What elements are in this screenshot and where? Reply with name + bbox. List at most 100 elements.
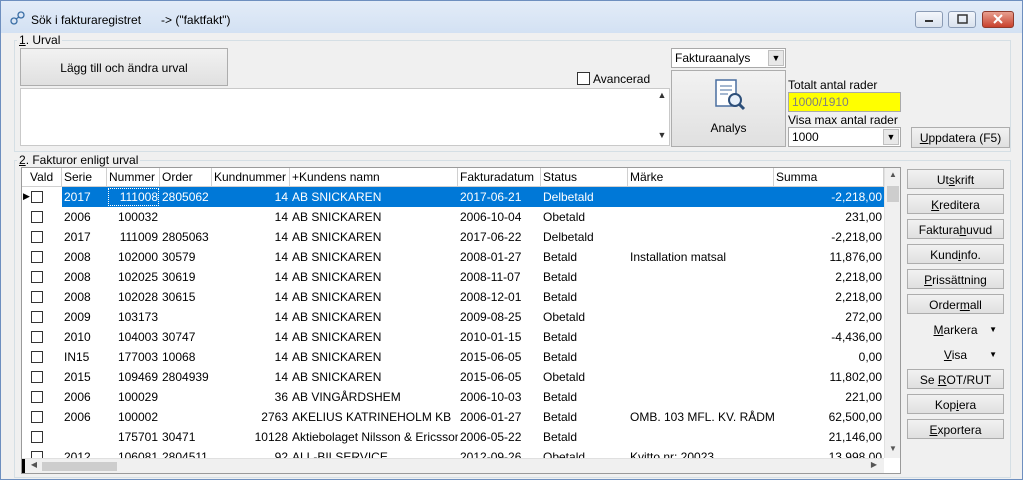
cell-marke[interactable] xyxy=(628,427,774,447)
cell-summa[interactable]: 272,00 xyxy=(774,307,884,327)
cell-kundnummer[interactable]: 14 xyxy=(212,267,290,287)
cell-summa[interactable]: 0,00 xyxy=(774,347,884,367)
row-checkbox[interactable] xyxy=(31,191,43,203)
cell-namn[interactable]: AB SNICKAREN xyxy=(290,307,458,327)
cell-summa[interactable]: 231,00 xyxy=(774,207,884,227)
cell-datum[interactable]: 2006-01-27 xyxy=(458,407,541,427)
cell-nummer[interactable]: 100002 xyxy=(107,407,160,427)
cell-status[interactable]: Delbetald xyxy=(541,187,628,207)
cell-order[interactable]: 2805063 xyxy=(160,227,212,247)
cell-summa[interactable]: -4,436,00 xyxy=(774,327,884,347)
cell-nummer[interactable]: 111009 xyxy=(107,227,160,247)
table-row[interactable]: 2006 100029 36 AB VINGÅRDSHEM 2006-10-03 Beta… xyxy=(22,387,884,407)
row-select-cell[interactable] xyxy=(22,267,62,287)
column-header-marke[interactable]: Märke xyxy=(628,168,774,187)
cell-nummer[interactable]: 175701 xyxy=(107,427,160,447)
cell-order[interactable]: 30579 xyxy=(160,247,212,267)
cell-order[interactable] xyxy=(160,387,212,407)
cell-namn[interactable]: AKELIUS KATRINEHOLM KB xyxy=(290,407,458,427)
cell-marke[interactable] xyxy=(628,187,774,207)
max-rows-select[interactable]: 1000 ▼ xyxy=(788,127,901,147)
scroll-up-icon[interactable]: ▲ xyxy=(655,90,669,104)
cell-kundnummer[interactable]: 14 xyxy=(212,367,290,387)
cell-datum[interactable]: 2006-10-04 xyxy=(458,207,541,227)
cell-nummer[interactable]: 103173 xyxy=(107,307,160,327)
cell-marke[interactable] xyxy=(628,287,774,307)
row-select-cell[interactable] xyxy=(22,347,62,367)
cell-datum[interactable]: 2017-06-21 xyxy=(458,187,541,207)
analysis-select[interactable]: Fakturaanalys ▼ xyxy=(671,48,786,68)
cell-kundnummer[interactable]: 14 xyxy=(212,287,290,307)
cell-datum[interactable]: 2015-06-05 xyxy=(458,367,541,387)
cell-datum[interactable]: 2010-01-15 xyxy=(458,327,541,347)
selection-text-area[interactable] xyxy=(20,88,670,146)
row-select-cell[interactable] xyxy=(22,407,62,427)
cell-status[interactable]: Betald xyxy=(541,407,628,427)
cell-status[interactable]: Betald xyxy=(541,327,628,347)
table-row[interactable]: 2010 104003 30747 14 AB SNICKAREN 2010-01-15 B… xyxy=(22,327,884,347)
vertical-scroll-thumb[interactable] xyxy=(887,186,899,202)
column-header-kundnummer[interactable]: Kundnummer xyxy=(212,168,290,187)
cell-marke[interactable] xyxy=(628,267,774,287)
cell-nummer[interactable]: 104003 xyxy=(107,327,160,347)
row-checkbox[interactable] xyxy=(31,431,43,443)
cell-kundnummer[interactable]: 14 xyxy=(212,207,290,227)
cell-marke[interactable] xyxy=(628,207,774,227)
table-row[interactable]: 2006 100032 14 AB SNICKAREN 2006-10-04 Obetal… xyxy=(22,207,884,227)
column-header-vald[interactable]: Vald xyxy=(22,168,62,187)
scroll-right-icon[interactable]: ▶ xyxy=(868,460,880,472)
row-checkbox[interactable] xyxy=(31,231,43,243)
advanced-checkbox[interactable] xyxy=(577,72,590,85)
cell-status[interactable]: Delbetald xyxy=(541,227,628,247)
cell-namn[interactable]: AB SNICKAREN xyxy=(290,227,458,247)
column-header-nummer[interactable]: Nummer xyxy=(107,168,160,187)
cell-namn[interactable]: AB SNICKAREN xyxy=(290,287,458,307)
row-select-cell[interactable] xyxy=(22,287,62,307)
row-checkbox[interactable] xyxy=(31,311,43,323)
cell-order[interactable] xyxy=(160,407,212,427)
cell-kundnummer[interactable]: 36 xyxy=(212,387,290,407)
cell-datum[interactable]: 2008-12-01 xyxy=(458,287,541,307)
horizontal-scrollbar[interactable]: ◀ ▶ xyxy=(22,458,884,473)
order-template-button[interactable]: Ordermall xyxy=(907,294,1004,314)
cell-order[interactable]: 2804939 xyxy=(160,367,212,387)
column-header-datum[interactable]: Fakturadatum xyxy=(458,168,541,187)
cell-marke[interactable]: OMB. 103 MFL. KV. RÅDMA xyxy=(628,407,774,427)
column-header-serie[interactable]: Serie xyxy=(62,168,107,187)
scroll-down-icon[interactable]: ▼ xyxy=(655,130,669,144)
row-checkbox[interactable] xyxy=(31,251,43,263)
cell-marke[interactable] xyxy=(628,307,774,327)
row-select-cell[interactable] xyxy=(22,227,62,247)
cell-marke[interactable]: Installation matsal xyxy=(628,247,774,267)
analysis-button[interactable]: Analys xyxy=(671,70,786,147)
cell-serie[interactable]: 2017 xyxy=(62,227,107,247)
cell-serie[interactable]: 2009 xyxy=(62,307,107,327)
cell-order[interactable]: 30615 xyxy=(160,287,212,307)
minimize-button[interactable] xyxy=(915,11,943,28)
cell-kundnummer[interactable]: 14 xyxy=(212,187,290,207)
cell-kundnummer[interactable]: 14 xyxy=(212,307,290,327)
mark-button[interactable]: Markera ▼ xyxy=(907,319,1004,339)
row-select-cell[interactable] xyxy=(22,427,62,447)
cell-serie[interactable]: 2006 xyxy=(62,407,107,427)
cell-status[interactable]: Betald xyxy=(541,287,628,307)
add-edit-selection-button[interactable]: Lägg till och ändra urval xyxy=(20,48,228,86)
cell-kundnummer[interactable]: 14 xyxy=(212,247,290,267)
cell-order[interactable]: 2805062 xyxy=(160,187,212,207)
customer-info-button[interactable]: Kundinfo. xyxy=(907,244,1004,264)
row-checkbox[interactable] xyxy=(31,351,43,363)
table-row[interactable]: 2008 102000 30579 14 AB SNICKAREN 2008-01-27 B… xyxy=(22,247,884,267)
cell-summa[interactable]: -2,218,00 xyxy=(774,227,884,247)
export-button[interactable]: Exportera xyxy=(907,419,1004,439)
horizontal-scroll-thumb[interactable] xyxy=(42,462,117,471)
table-row[interactable]: 2008 102028 30615 14 AB SNICKAREN 2008-12-01 B… xyxy=(22,287,884,307)
pricing-button[interactable]: Prissättning xyxy=(907,269,1004,289)
close-button[interactable] xyxy=(982,11,1014,28)
row-select-cell[interactable] xyxy=(22,207,62,227)
cell-namn[interactable]: AB SNICKAREN xyxy=(290,207,458,227)
cell-namn[interactable]: AB SNICKAREN xyxy=(290,247,458,267)
row-checkbox[interactable] xyxy=(31,411,43,423)
cell-namn[interactable]: AB VINGÅRDSHEM xyxy=(290,387,458,407)
title-bar[interactable]: Sök i fakturaregistret -> ("faktfakt") xyxy=(1,1,1022,33)
row-checkbox[interactable] xyxy=(31,371,43,383)
